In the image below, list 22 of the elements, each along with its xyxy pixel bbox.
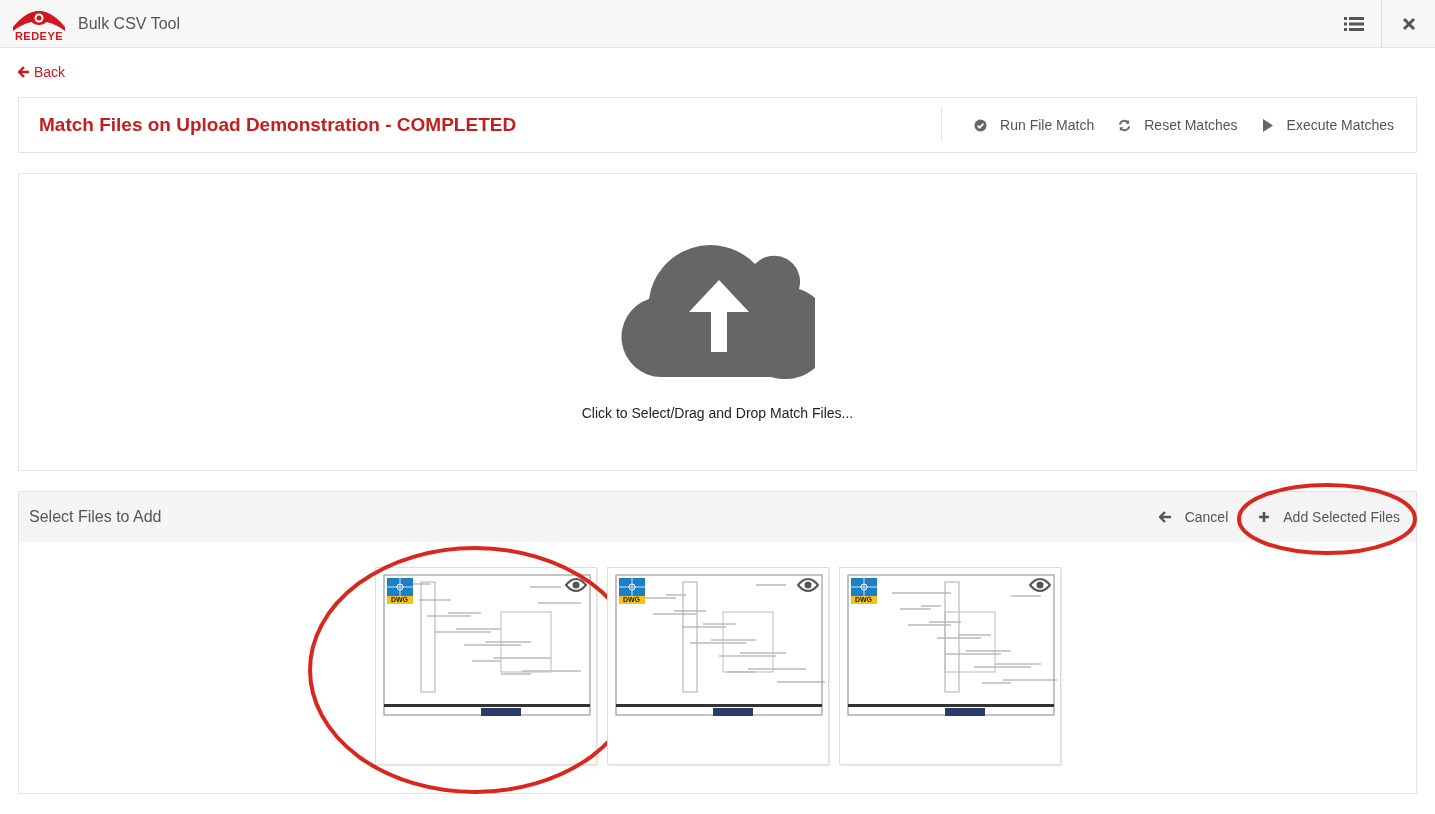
- action-button[interactable]: Run File Match: [962, 111, 1107, 139]
- action-button[interactable]: Execute Matches: [1249, 111, 1406, 139]
- app-title: Bulk CSV Tool: [78, 14, 180, 33]
- plus-icon: [1258, 511, 1271, 523]
- eye-icon[interactable]: [796, 578, 819, 592]
- close-icon: [1401, 16, 1416, 31]
- eye-icon[interactable]: [564, 578, 587, 592]
- logo-text: REDEYE: [14, 31, 64, 42]
- upload-prompt: Click to Select/Drag and Drop Match Files...: [581, 405, 854, 421]
- cancel-button[interactable]: Cancel: [1146, 503, 1241, 531]
- list-icon: [1344, 15, 1364, 32]
- arrow-left-icon: [18, 66, 30, 78]
- action-button[interactable]: Reset Matches: [1106, 111, 1250, 139]
- back-link[interactable]: Back: [18, 64, 66, 80]
- check-circle-icon: [974, 118, 988, 132]
- play-icon: [1261, 118, 1274, 132]
- eye-icon[interactable]: [1028, 578, 1051, 592]
- arrow-left-icon: [1158, 511, 1172, 523]
- upload-dropzone[interactable]: Click to Select/Drag and Drop Match Files...: [18, 173, 1417, 471]
- job-title: Match Files on Upload Demonstration - COMPLETED: [39, 114, 518, 136]
- select-title: Select Files to Add: [29, 508, 162, 526]
- refresh-icon: [1118, 118, 1132, 132]
